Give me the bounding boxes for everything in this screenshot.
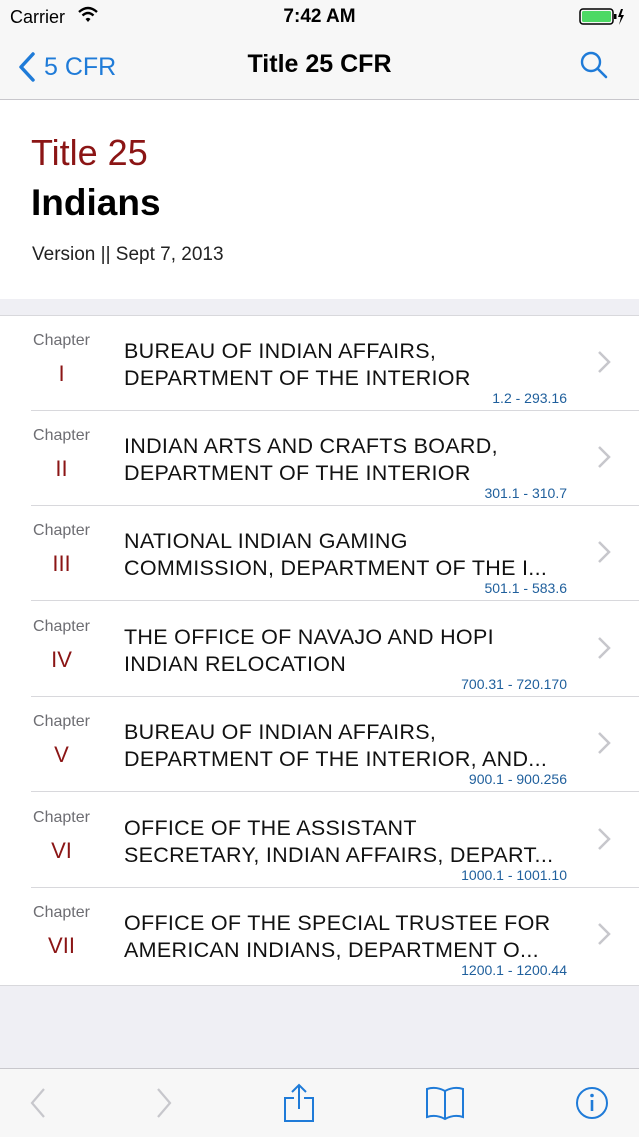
chapter-range: 501.1 - 583.6 xyxy=(484,580,567,596)
chapter-row[interactable]: Chapter VI OFFICE OF THE ASSISTANT SECRE… xyxy=(0,793,639,888)
battery-icon xyxy=(579,8,624,25)
chapter-list: Chapter I BUREAU OF INDIAN AFFAIRS, DEPA… xyxy=(0,315,639,986)
chapter-label: Chapter xyxy=(33,522,90,539)
chevron-right-icon xyxy=(598,541,611,563)
title-number: Title 25 xyxy=(31,132,148,173)
chevron-right-icon xyxy=(598,828,611,850)
chapter-range: 700.31 - 720.170 xyxy=(461,676,567,692)
info-icon[interactable] xyxy=(575,1083,609,1123)
page-title: Title 25 CFR xyxy=(247,50,392,78)
chapter-title: BUREAU OF INDIAN AFFAIRS, DEPARTMENT OF … xyxy=(124,338,570,392)
chapter-title: INDIAN ARTS AND CRAFTS BOARD, DEPARTMENT… xyxy=(124,433,570,487)
chevron-left-icon[interactable] xyxy=(28,1083,48,1123)
chapter-title: THE OFFICE OF NAVAJO AND HOPI INDIAN REL… xyxy=(124,624,570,678)
chapter-row[interactable]: Chapter II INDIAN ARTS AND CRAFTS BOARD,… xyxy=(0,411,639,506)
chevron-right-icon xyxy=(598,637,611,659)
chapter-number: IV xyxy=(51,647,72,672)
chevron-right-icon xyxy=(598,923,611,945)
status-bar: Carrier 7:42 AM xyxy=(0,0,639,36)
chapter-row[interactable]: Chapter IV THE OFFICE OF NAVAJO AND HOPI… xyxy=(0,602,639,697)
title-header: Title 25 Indians Version || Sept 7, 2013 xyxy=(0,100,639,299)
chapter-title-line2: COMMISSION, DEPARTMENT OF THE I... xyxy=(124,556,548,580)
chevron-right-icon[interactable] xyxy=(154,1083,174,1123)
chapter-title-line1: THE OFFICE OF NAVAJO AND HOPI xyxy=(124,625,494,649)
chapter-row[interactable]: Chapter III NATIONAL INDIAN GAMING COMMI… xyxy=(0,506,639,601)
bottom-toolbar xyxy=(0,1068,639,1137)
chevron-right-icon xyxy=(598,351,611,373)
chapter-range: 301.1 - 310.7 xyxy=(484,485,567,501)
chapter-row[interactable]: Chapter V BUREAU OF INDIAN AFFAIRS, DEPA… xyxy=(0,697,639,792)
chapter-title-line2: DEPARTMENT OF THE INTERIOR, AND... xyxy=(124,747,548,771)
chapter-title-line1: NATIONAL INDIAN GAMING xyxy=(124,529,408,553)
chevron-right-icon xyxy=(598,732,611,754)
chapter-number: III xyxy=(52,551,71,576)
chapter-title-line1: OFFICE OF THE SPECIAL TRUSTEE FOR xyxy=(124,911,551,935)
chapter-label: Chapter xyxy=(33,332,90,349)
chapter-title-line1: BUREAU OF INDIAN AFFAIRS, xyxy=(124,720,437,744)
chapter-label: Chapter xyxy=(33,809,90,826)
book-icon[interactable] xyxy=(424,1083,466,1123)
chapter-title: NATIONAL INDIAN GAMING COMMISSION, DEPAR… xyxy=(124,528,570,582)
chapter-number: V xyxy=(54,742,69,767)
chapter-title-line1: BUREAU OF INDIAN AFFAIRS, xyxy=(124,339,437,363)
chapter-title-line2: AMERICAN INDIANS, DEPARTMENT O... xyxy=(124,938,539,962)
navigation-bar: 5 CFR Title 25 CFR xyxy=(0,36,639,100)
chapter-title: OFFICE OF THE ASSISTANT SECRETARY, INDIA… xyxy=(124,815,570,869)
title-name: Indians xyxy=(31,182,161,223)
chapter-number: II xyxy=(55,456,68,481)
chapter-range: 1000.1 - 1001.10 xyxy=(461,867,567,883)
search-icon[interactable] xyxy=(579,50,609,80)
chapter-label: Chapter xyxy=(33,904,90,921)
chevron-right-icon xyxy=(598,446,611,468)
chapter-title: BUREAU OF INDIAN AFFAIRS, DEPARTMENT OF … xyxy=(124,719,570,773)
row-divider xyxy=(31,791,639,792)
chapter-number: VII xyxy=(48,933,75,958)
row-divider xyxy=(31,600,639,601)
chapter-row[interactable]: Chapter VII OFFICE OF THE SPECIAL TRUSTE… xyxy=(0,888,639,983)
chapter-title: OFFICE OF THE SPECIAL TRUSTEE FOR AMERIC… xyxy=(124,910,570,964)
chapter-label: Chapter xyxy=(33,713,90,730)
share-icon[interactable] xyxy=(282,1083,316,1123)
chapter-title-line2: SECRETARY, INDIAN AFFAIRS, DEPART... xyxy=(124,843,554,867)
chapter-title-line1: INDIAN ARTS AND CRAFTS BOARD, xyxy=(124,434,498,458)
chapter-range: 1.2 - 293.16 xyxy=(492,390,567,406)
chapter-label: Chapter xyxy=(33,618,90,635)
chapter-range: 900.1 - 900.256 xyxy=(468,771,567,787)
chapter-range: 1200.1 - 1200.44 xyxy=(461,962,567,978)
chapter-title-line2: DEPARTMENT OF THE INTERIOR xyxy=(124,366,471,390)
chapter-row[interactable]: Chapter I BUREAU OF INDIAN AFFAIRS, DEPA… xyxy=(0,316,639,411)
chapter-title-line2: INDIAN RELOCATION xyxy=(124,652,347,676)
chapter-label: Chapter xyxy=(33,427,90,444)
chapter-number: VI xyxy=(51,838,72,863)
status-time: 7:42 AM xyxy=(283,6,356,27)
chapter-number: I xyxy=(58,361,65,386)
chapter-title-line2: DEPARTMENT OF THE INTERIOR xyxy=(124,461,471,485)
version-label: Version || Sept 7, 2013 xyxy=(32,244,224,265)
chapter-title-line1: OFFICE OF THE ASSISTANT xyxy=(124,816,417,840)
